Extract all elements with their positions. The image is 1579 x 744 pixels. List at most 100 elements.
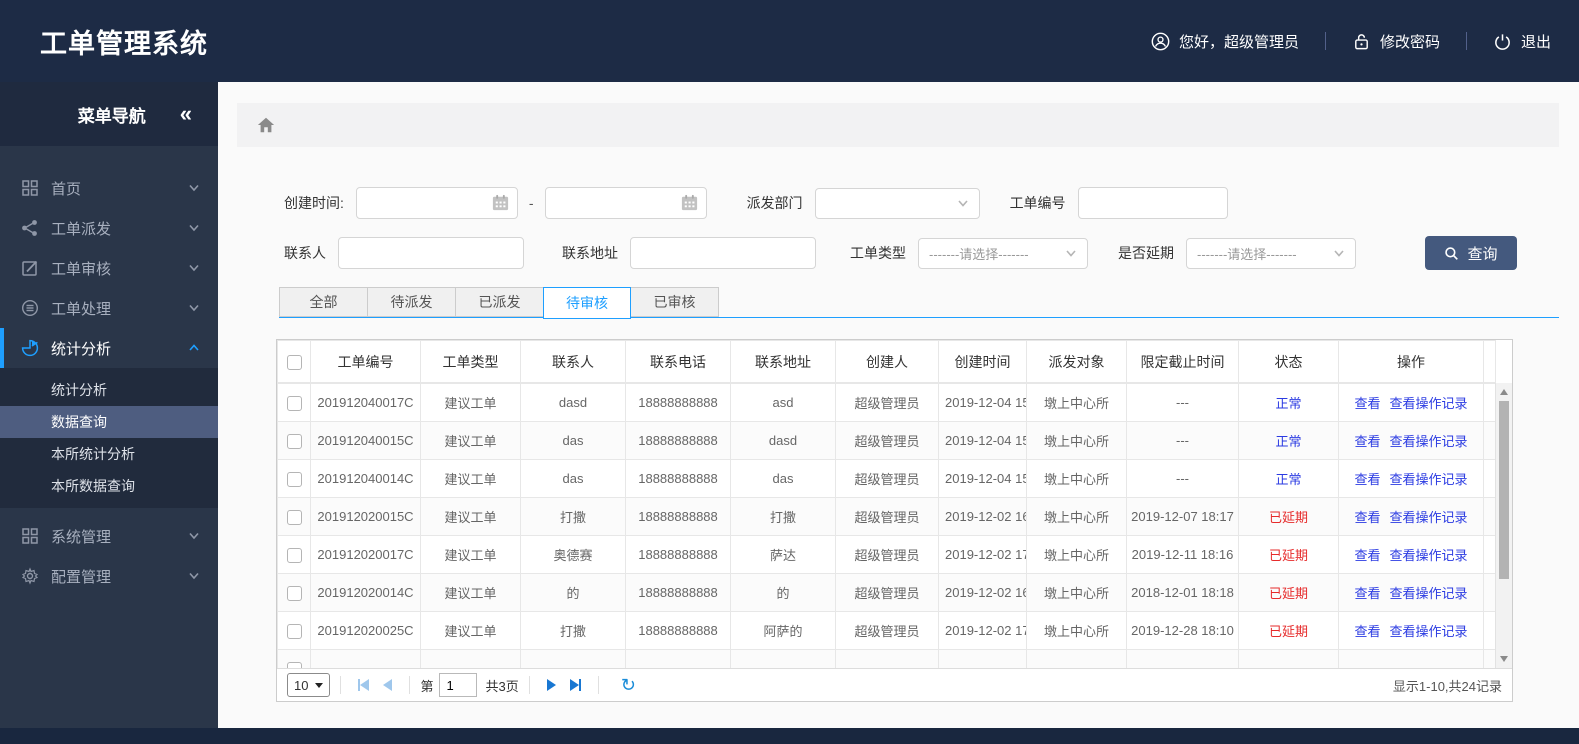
delay-select[interactable]: -------请选择------- — [1186, 237, 1356, 269]
calendar-icon[interactable] — [680, 193, 699, 212]
chevron-down-icon — [188, 222, 200, 234]
row-checkbox[interactable] — [286, 509, 302, 525]
scrollbar-thumb[interactable] — [1499, 401, 1509, 579]
last-page-button[interactable] — [569, 679, 581, 691]
cell-address: 打撒 — [730, 497, 836, 536]
tab-已审核[interactable]: 已审核 — [631, 287, 719, 317]
action-link[interactable]: 查看操作记录 — [1390, 624, 1468, 639]
sidebar-subitem[interactable]: 本所统计分析 — [0, 438, 218, 470]
pager-divider — [597, 676, 599, 694]
tab-待派发[interactable]: 待派发 — [367, 287, 455, 317]
select-all-checkbox[interactable] — [286, 354, 302, 370]
sidebar-subitem[interactable]: 统计分析 — [0, 374, 218, 406]
tab-全部[interactable]: 全部 — [279, 287, 367, 317]
type-select[interactable]: -------请选择------- — [918, 237, 1088, 269]
cell-order-no: 201912040014C — [310, 459, 421, 498]
cell-contact: das — [520, 459, 626, 498]
sidebar-item-3[interactable]: 工单审核 — [0, 248, 218, 288]
action-link[interactable]: 查看 — [1354, 624, 1380, 639]
calendar-icon[interactable] — [491, 193, 510, 212]
action-link[interactable]: 查看 — [1354, 510, 1380, 525]
page-number-input[interactable] — [439, 673, 478, 697]
delay-label: 是否延期 — [1118, 245, 1174, 261]
sidebar-item-label: 统计分析 — [51, 340, 112, 358]
sidebar-collapse-icon[interactable]: « — [180, 103, 192, 125]
cell-actions: 查看 查看操作记录 — [1338, 459, 1484, 498]
cell-type: 建议工单 — [420, 611, 521, 650]
share-icon — [21, 219, 39, 237]
sidebar-item-6[interactable]: 系统管理 — [0, 516, 218, 556]
row-checkbox[interactable] — [286, 471, 302, 487]
row-checkbox[interactable] — [286, 547, 302, 563]
pagination-bar: 10 第 共3页 ↻ 显示1-10,共24记录 — [277, 668, 1512, 701]
address-input[interactable] — [630, 237, 816, 269]
sidebar-item-2[interactable]: 工单派发 — [0, 208, 218, 248]
action-link[interactable]: 查看 — [1354, 472, 1380, 487]
order-no-input[interactable] — [1077, 187, 1228, 219]
sidebar-subitem[interactable]: 数据查询 — [0, 406, 218, 438]
action-link[interactable]: 查看 — [1354, 396, 1380, 411]
action-link[interactable]: 查看操作记录 — [1390, 510, 1468, 525]
row-checkbox[interactable] — [286, 433, 302, 449]
cell-phone: 18888888888 — [625, 535, 731, 574]
tab-待审核[interactable]: 待审核 — [543, 287, 631, 319]
sidebar-item-1[interactable]: 首页 — [0, 168, 218, 208]
cell-contact: das — [520, 421, 626, 460]
action-link[interactable]: 查看操作记录 — [1390, 434, 1468, 449]
next-page-button[interactable] — [546, 679, 556, 691]
cell-creator: 超级管理员 — [835, 459, 939, 498]
logout-button[interactable]: 退出 — [1493, 31, 1551, 52]
row-checkbox[interactable] — [286, 623, 302, 639]
row-checkbox[interactable] — [286, 395, 302, 411]
sidebar-item-5[interactable]: 统计分析 — [0, 328, 218, 368]
cell-contact: 奥德赛 — [520, 535, 626, 574]
action-link[interactable]: 查看 — [1354, 548, 1380, 563]
cell-target: 墩上中心所 — [1026, 497, 1127, 536]
sidebar-item-4[interactable]: 工单处理 — [0, 288, 218, 328]
cell-deadline: --- — [1126, 459, 1239, 498]
cell-actions: 查看 查看操作记录 — [1338, 573, 1484, 612]
column-header: 状态 — [1238, 340, 1339, 383]
table-row: 201912020025C 建议工单 打撒 18888888888 阿萨的 超级管理员 20… — [277, 611, 1496, 650]
scroll-up-icon[interactable] — [1500, 389, 1508, 395]
tab-已派发[interactable]: 已派发 — [455, 287, 543, 317]
search-button[interactable]: 查询 — [1425, 236, 1517, 270]
row-checkbox[interactable] — [286, 585, 302, 601]
scroll-down-icon[interactable] — [1500, 656, 1508, 662]
cell-deadline: --- — [1126, 383, 1239, 422]
refresh-icon[interactable]: ↻ — [621, 676, 636, 694]
change-password-button[interactable]: 修改密码 — [1352, 31, 1440, 52]
cell-address: 的 — [730, 573, 836, 612]
user-greeting[interactable]: 您好，超级管理员 — [1151, 31, 1299, 52]
action-link[interactable]: 查看操作记录 — [1390, 472, 1468, 487]
row-checkbox[interactable] — [286, 661, 302, 668]
action-link[interactable]: 查看操作记录 — [1390, 396, 1468, 411]
cell-phone: 18888888888 — [625, 497, 731, 536]
sidebar-subitem[interactable]: 本所数据查询 — [0, 470, 218, 502]
action-link[interactable]: 查看操作记录 — [1390, 548, 1468, 563]
table-scrollbar[interactable] — [1495, 383, 1512, 668]
database-icon — [21, 299, 39, 317]
cell-contact: 打撒 — [520, 611, 626, 650]
contact-input[interactable] — [338, 237, 524, 269]
first-page-button[interactable] — [358, 679, 370, 691]
cell-order-no: 201912020017C — [310, 535, 421, 574]
table-row: 201912040015C 建议工单 das 18888888888 dasd 超级管理员… — [277, 421, 1496, 460]
action-link[interactable]: 查看 — [1354, 586, 1380, 601]
cell-phone: 18888888888 — [625, 383, 731, 422]
date-range-separator: - — [528, 195, 534, 211]
page-size-select[interactable]: 10 — [287, 673, 331, 697]
cell-order-no: 201912020014C — [310, 573, 421, 612]
cell-phone: 18888888888 — [625, 573, 731, 612]
action-link[interactable]: 查看操作记录 — [1390, 586, 1468, 601]
chevron-down-icon — [957, 197, 969, 209]
pie-icon — [21, 339, 39, 357]
prev-page-button[interactable] — [383, 679, 393, 691]
sidebar-item-7[interactable]: 配置管理 — [0, 556, 218, 596]
column-header: 操作 — [1338, 340, 1484, 383]
sidebar-item-label: 工单处理 — [51, 300, 112, 318]
home-icon[interactable] — [257, 116, 275, 134]
depart-select[interactable] — [814, 187, 980, 219]
row-filler — [1483, 459, 1496, 498]
action-link[interactable]: 查看 — [1354, 434, 1380, 449]
